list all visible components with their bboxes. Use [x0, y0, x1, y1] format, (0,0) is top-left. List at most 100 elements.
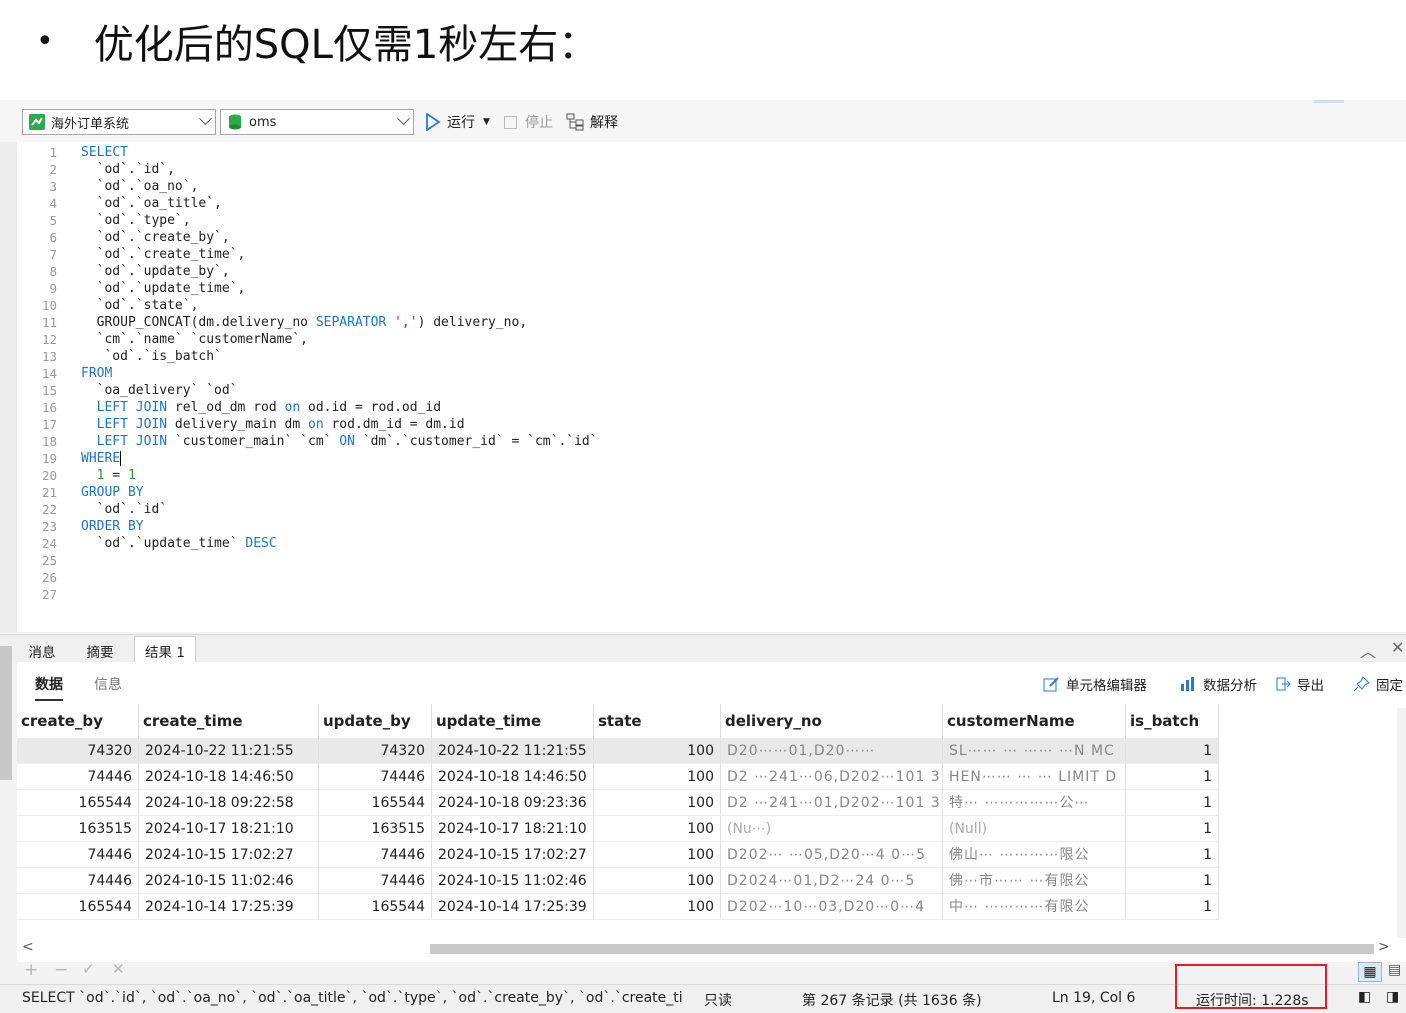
column-header-create-time[interactable]: create_time — [139, 704, 319, 738]
layout-left-icon[interactable]: ◧ — [1358, 989, 1371, 1005]
table-cell[interactable]: D20⋯⋯01,D20⋯⋯ — [721, 738, 943, 764]
code-line[interactable]: 2 `od`.`id`, — [17, 161, 1397, 178]
table-cell[interactable]: 1 — [1126, 738, 1219, 764]
pin-button[interactable]: 固定 — [1353, 674, 1403, 694]
form-view-icon[interactable]: ▤ — [1388, 962, 1401, 978]
column-header-is-batch[interactable]: is_batch — [1126, 704, 1219, 738]
code-line[interactable]: 27 — [17, 586, 1397, 603]
table-cell[interactable]: SL⋯⋯ ⋯ ⋯⋯ ⋯N MC — [943, 738, 1126, 764]
table-cell[interactable]: D2 ⋯241⋯01,D202⋯101 3 — [721, 790, 943, 816]
table-cell[interactable]: 74446 — [17, 764, 139, 790]
table-cell[interactable]: 2024-10-14 17:25:39 — [432, 894, 594, 920]
table-row[interactable]: 74446 2024-10-18 14:46:50 74446 2024-10-18 … — [17, 764, 1219, 790]
table-cell[interactable]: 1 — [1126, 816, 1219, 842]
table-cell[interactable]: 2024-10-18 09:23:36 — [432, 790, 594, 816]
table-cell[interactable]: 2024-10-22 11:21:55 — [432, 738, 594, 764]
table-cell[interactable]: (Nu⋯) — [721, 816, 943, 842]
table-row[interactable]: 74446 2024-10-15 17:02:27 74446 2024-10-15 … — [17, 842, 1219, 868]
table-cell[interactable]: 中⋯ ⋯⋯⋯⋯有限公 — [943, 894, 1126, 920]
subtab-info[interactable]: 信息 — [94, 674, 122, 694]
table-cell[interactable]: D202⋯10⋯03,D20⋯0⋯4 — [721, 894, 943, 920]
table-cell[interactable]: 74446 — [319, 764, 432, 790]
table-cell[interactable]: 165544 — [17, 790, 139, 816]
table-cell[interactable]: 165544 — [319, 790, 432, 816]
database-select[interactable]: oms — [220, 109, 414, 135]
code-line[interactable]: 3 `od`.`oa_no`, — [17, 178, 1397, 195]
table-cell[interactable]: 74446 — [17, 868, 139, 894]
code-line[interactable]: 12 `cm`.`name` `customerName`, — [17, 331, 1397, 348]
code-line[interactable]: 25 — [17, 552, 1397, 569]
code-line[interactable]: 7 `od`.`create_time`, — [17, 246, 1397, 263]
code-line[interactable]: 10 `od`.`state`, — [17, 297, 1397, 314]
table-cell[interactable]: 100 — [594, 816, 721, 842]
table-cell[interactable]: D2 ⋯241⋯06,D202⋯101 3 — [721, 764, 943, 790]
table-cell[interactable]: HEN⋯⋯ ⋯ ⋯ LIMIT D — [943, 764, 1126, 790]
table-cell[interactable]: 100 — [594, 738, 721, 764]
table-cell[interactable]: 2024-10-15 11:02:46 — [432, 868, 594, 894]
table-cell[interactable]: 1 — [1126, 764, 1219, 790]
table-cell[interactable]: 2024-10-17 18:21:10 — [432, 816, 594, 842]
grid-view-icon[interactable]: ▦ — [1358, 962, 1382, 982]
table-row[interactable]: 165544 2024-10-18 09:22:58 165544 2024-10-1… — [17, 790, 1219, 816]
table-cell[interactable]: 100 — [594, 790, 721, 816]
table-cell[interactable]: 2024-10-18 14:46:50 — [432, 764, 594, 790]
table-cell[interactable]: 163515 — [17, 816, 139, 842]
table-row[interactable]: 165544 2024-10-14 17:25:39 165544 2024-10-1… — [17, 894, 1219, 920]
code-line[interactable]: 5 `od`.`type`, — [17, 212, 1397, 229]
column-header-update-time[interactable]: update_time — [432, 704, 594, 738]
table-cell[interactable]: 2024-10-15 17:02:27 — [139, 842, 319, 868]
code-line[interactable]: 14 FROM — [17, 365, 1397, 382]
tab-summary[interactable]: 摘要 — [76, 639, 124, 663]
code-line[interactable]: 21 GROUP BY — [17, 484, 1397, 501]
table-cell[interactable]: 165544 — [319, 894, 432, 920]
table-cell[interactable]: 2024-10-15 11:02:46 — [139, 868, 319, 894]
code-line[interactable]: 24 `od`.`update_time` DESC — [17, 535, 1397, 552]
table-cell[interactable]: D2024⋯01,D2⋯24 0⋯5 — [721, 868, 943, 894]
column-header-customername[interactable]: customerName — [943, 704, 1126, 738]
table-cell[interactable]: 100 — [594, 868, 721, 894]
code-line[interactable]: 18 LEFT JOIN `customer_main` `cm` ON `dm… — [17, 433, 1397, 450]
code-line[interactable]: 4 `od`.`oa_title`, — [17, 195, 1397, 212]
table-cell[interactable]: 1 — [1126, 868, 1219, 894]
code-line[interactable]: 16 LEFT JOIN rel_od_dm rod on od.id = ro… — [17, 399, 1397, 416]
table-cell[interactable]: 2024-10-22 11:21:55 — [139, 738, 319, 764]
table-cell[interactable]: 1 — [1126, 842, 1219, 868]
code-line[interactable]: 11 GROUP_CONCAT(dm.delivery_no SEPARATOR… — [17, 314, 1397, 331]
code-line[interactable]: 8 `od`.`update_by`, — [17, 263, 1397, 280]
stop-button[interactable]: 停止 — [504, 111, 553, 133]
column-header-delivery-no[interactable]: delivery_no — [721, 704, 943, 738]
explain-button[interactable]: 解释 — [566, 111, 618, 133]
table-cell[interactable]: 163515 — [319, 816, 432, 842]
subtab-data[interactable]: 数据 — [35, 674, 63, 701]
column-header-update-by[interactable]: update_by — [319, 704, 432, 738]
table-cell[interactable]: 165544 — [17, 894, 139, 920]
code-line[interactable]: 9 `od`.`update_time`, — [17, 280, 1397, 297]
run-button[interactable]: 运行 ▼ — [425, 111, 490, 133]
table-cell[interactable]: 74446 — [319, 868, 432, 894]
code-line[interactable]: 1 SELECT — [17, 144, 1397, 161]
column-header-state[interactable]: state — [594, 704, 721, 738]
table-cell[interactable]: 74320 — [319, 738, 432, 764]
sql-editor[interactable]: 1 SELECT 2 `od`.`id`, 3 `od`.`oa_no`, 4 `od`… — [17, 142, 1406, 632]
add-record-icon[interactable]: + — [24, 960, 38, 980]
table-cell[interactable]: 100 — [594, 842, 721, 868]
vertical-scrollbar[interactable] — [1397, 708, 1406, 938]
data-analysis-button[interactable]: 数据分析 — [1180, 674, 1257, 694]
code-line[interactable]: 17 LEFT JOIN delivery_main dm on rod.dm_… — [17, 416, 1397, 433]
scroll-right-icon[interactable]: > — [1378, 939, 1390, 955]
table-cell[interactable]: D202⋯ ⋯05,D20⋯4 0⋯5 — [721, 842, 943, 868]
discard-icon[interactable]: ✕ — [112, 960, 125, 978]
layout-right-icon[interactable]: ◨ — [1386, 989, 1399, 1005]
table-cell[interactable]: 74320 — [17, 738, 139, 764]
table-row[interactable]: 74320 2024-10-22 11:21:55 74320 2024-10-22 … — [17, 738, 1219, 764]
table-cell[interactable]: 74446 — [319, 842, 432, 868]
code-line[interactable]: 15 `oa_delivery` `od` — [17, 382, 1397, 399]
delete-record-icon[interactable]: − — [54, 960, 68, 980]
table-cell[interactable]: 2024-10-18 09:22:58 — [139, 790, 319, 816]
export-button[interactable]: 导出 — [1274, 674, 1324, 694]
column-header-create-by[interactable]: create_by — [17, 704, 139, 738]
table-cell[interactable]: 74446 — [17, 842, 139, 868]
table-row[interactable]: 74446 2024-10-15 11:02:46 74446 2024-10-15 … — [17, 868, 1219, 894]
table-cell[interactable]: 100 — [594, 894, 721, 920]
table-cell[interactable]: 2024-10-17 18:21:10 — [139, 816, 319, 842]
